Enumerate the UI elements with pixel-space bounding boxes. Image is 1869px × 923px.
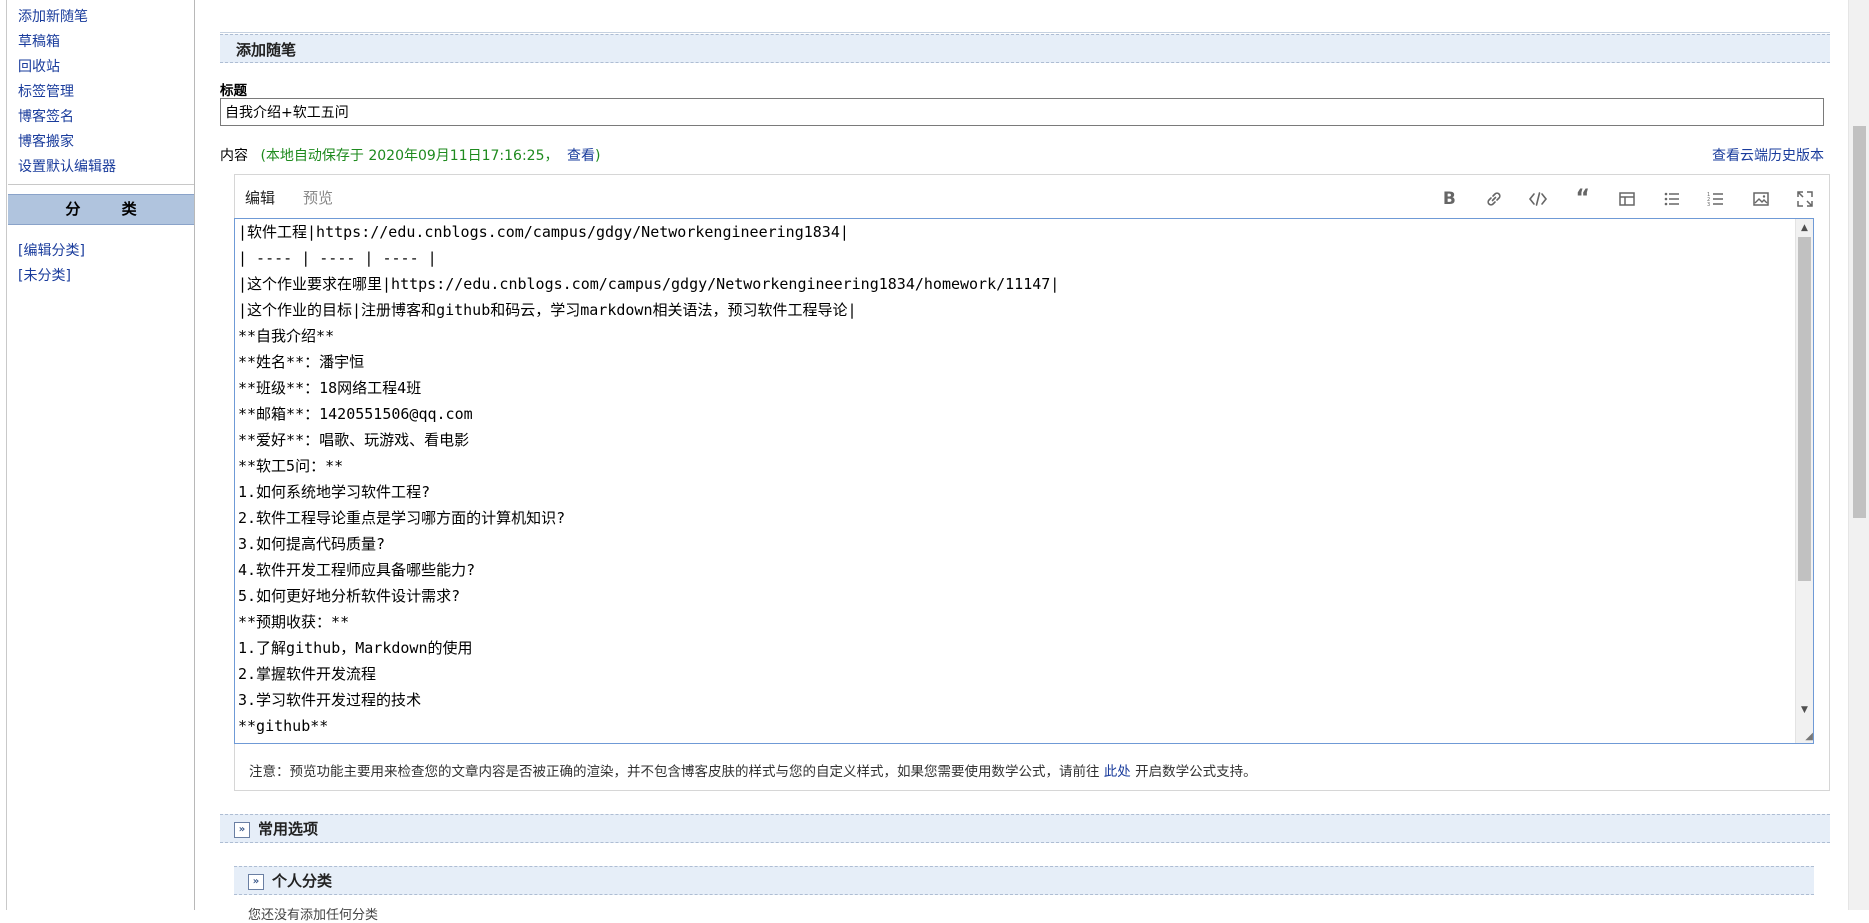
sidebar: 添加新随笔 草稿箱 回收站 标签管理 博客签名 博客搬家 设置默认编辑器 分 类…	[0, 0, 196, 910]
content-label-row: 内容 (本地自动保存于 2020年09月11日17:16:25， 查看)	[220, 145, 600, 165]
no-category-text: 您还没有添加任何分类	[248, 908, 379, 923]
title-input[interactable]	[220, 98, 1824, 126]
add-post-section-header: 添加随笔	[220, 34, 1830, 63]
sidebar-link-blog-move[interactable]: 博客搬家	[18, 133, 116, 158]
sidebar-link-recycle-bin[interactable]: 回收站	[18, 58, 116, 83]
editor-scrollbar[interactable]: ▲ ▼	[1795, 219, 1813, 743]
sidebar-link-drafts[interactable]: 草稿箱	[18, 33, 116, 58]
title-label: 标题	[220, 83, 247, 99]
editor-line: **自我介绍**	[238, 327, 335, 345]
math-settings-link[interactable]: 此处	[1104, 764, 1131, 780]
scroll-up-arrow-icon[interactable]: ▲	[1796, 221, 1813, 235]
editor-scrollbar-thumb[interactable]	[1798, 237, 1811, 581]
editor-line: **爱好**：唱歌、玩游戏、看电影	[238, 431, 470, 449]
editor-line: 3.如何提高代码质量?	[238, 535, 386, 553]
content-label: 内容	[220, 148, 248, 164]
editor-line: |这个作业的目标|注册博客和github和码云，学习markdown相关语法，预…	[238, 301, 857, 319]
editor-line: **github**	[238, 717, 329, 735]
sidebar-link-blog-signature[interactable]: 博客签名	[18, 108, 116, 133]
top-divider	[220, 32, 1830, 33]
editor-line: 4.软件开发工程师应具备哪些能力?	[238, 561, 476, 579]
main-content: 添加随笔 标题 内容 (本地自动保存于 2020年09月11日17:16:25，…	[220, 0, 1830, 923]
editor-line: | ---- | ---- | ---- |	[238, 249, 437, 267]
sidebar-link-add-post[interactable]: 添加新随笔	[18, 8, 116, 33]
uncategorized-link[interactable]: [未分类]	[18, 267, 85, 292]
edit-category-link[interactable]: [编辑分类]	[18, 242, 85, 267]
editor-line: |软件工程|https://edu.cnblogs.com/campus/gdg…	[238, 223, 849, 241]
editor-line: 1.如何系统地学习软件工程?	[238, 483, 431, 501]
editor-line: 2.软件工程导论重点是学习哪方面的计算机知识?	[238, 509, 566, 527]
editor-line: 2.掌握软件开发流程	[238, 665, 377, 683]
bullet-list-icon[interactable]	[1660, 187, 1684, 211]
scroll-down-arrow-icon[interactable]: ▼	[1796, 703, 1813, 717]
preview-note: 注意：预览功能主要用来检查您的文章内容是否被正确的渲染，并不包含博客皮肤的样式与…	[249, 760, 1257, 780]
sidebar-divider	[8, 184, 194, 185]
category-header: 分 类	[8, 194, 194, 225]
tab-edit[interactable]: 编辑	[245, 187, 275, 208]
common-options-title: » 常用选项	[234, 818, 318, 839]
sidebar-link-default-editor[interactable]: 设置默认编辑器	[18, 158, 116, 183]
fullscreen-icon[interactable]	[1793, 187, 1817, 211]
section-title: 添加随笔	[236, 41, 297, 59]
personal-category-header[interactable]: » 个人分类	[234, 866, 1814, 895]
editor-line: **软工5问：**	[238, 457, 344, 475]
cloud-history-link[interactable]: 查看云端历史版本	[1712, 145, 1824, 165]
editor-line: **姓名**：潘宇恒	[238, 353, 365, 371]
editor-line: |这个作业要求在哪里|https://edu.cnblogs.com/campu…	[238, 275, 1060, 293]
quote-icon[interactable]: “	[1571, 187, 1595, 211]
sidebar-nav: 添加新随笔 草稿箱 回收站 标签管理 博客签名 博客搬家 设置默认编辑器	[18, 8, 116, 183]
collapse-icon[interactable]: »	[234, 821, 250, 838]
editor-line: 3.学习软件开发过程的技术	[238, 691, 422, 709]
editor-lines: |软件工程|https://edu.cnblogs.com/campus/gdg…	[235, 219, 1813, 739]
editor-toolbar: B “ 123	[1421, 187, 1817, 211]
editor-line: **邮箱**：1420551506@qq.com	[238, 405, 473, 423]
bold-icon[interactable]: B	[1437, 187, 1461, 211]
markdown-textarea[interactable]: |软件工程|https://edu.cnblogs.com/campus/gdg…	[234, 218, 1814, 744]
editor-line: 1.了解github，Markdown的使用	[238, 639, 473, 657]
autosave-status: (本地自动保存于 2020年09月11日17:16:25，	[260, 148, 559, 164]
page-scrollbar-thumb[interactable]	[1853, 126, 1866, 518]
link-icon[interactable]	[1482, 187, 1506, 211]
autosave-close: )	[594, 148, 601, 164]
resize-grip-icon[interactable]: ◢	[1801, 731, 1813, 743]
personal-category-title: » 个人分类	[248, 870, 332, 891]
sidebar-border	[6, 0, 7, 910]
category-list: [编辑分类] [未分类]	[18, 242, 85, 292]
editor-line: 5.如何更好地分析软件设计需求?	[238, 587, 461, 605]
note-text: 注意：预览功能主要用来检查您的文章内容是否被正确的渲染，并不包含博客皮肤的样式与…	[249, 764, 1100, 780]
common-options-header[interactable]: » 常用选项	[220, 814, 1830, 843]
svg-text:3: 3	[1707, 202, 1710, 208]
note-suffix: 开启数学公式支持。	[1135, 764, 1257, 780]
tab-preview[interactable]: 预览	[303, 187, 333, 208]
numbered-list-icon[interactable]: 123	[1704, 187, 1728, 211]
page-scrollbar[interactable]	[1848, 0, 1869, 910]
collapse-icon[interactable]: »	[248, 873, 264, 890]
sidebar-link-tag-management[interactable]: 标签管理	[18, 83, 116, 108]
editor-line: **预期收获：**	[238, 613, 350, 631]
editor-line: **班级**：18网络工程4班	[238, 379, 422, 397]
sidebar-border	[194, 0, 195, 910]
code-icon[interactable]	[1526, 187, 1550, 211]
table-icon[interactable]	[1615, 187, 1639, 211]
markdown-editor: 编辑 预览 B “ 123 |软件工程|https://edu.cnblogs.…	[234, 174, 1830, 791]
autosave-view-link[interactable]: 查看	[567, 148, 595, 164]
image-icon[interactable]	[1749, 187, 1773, 211]
